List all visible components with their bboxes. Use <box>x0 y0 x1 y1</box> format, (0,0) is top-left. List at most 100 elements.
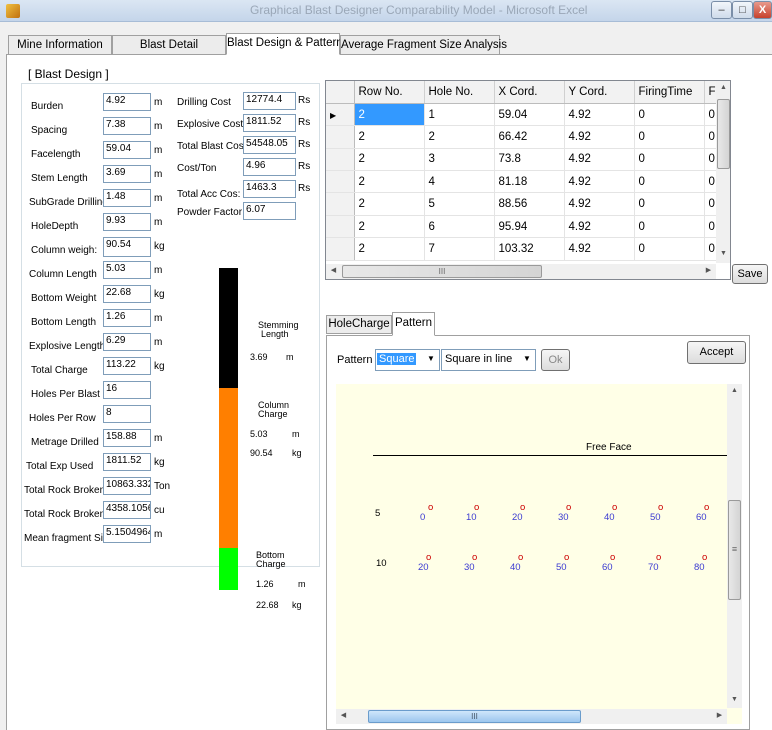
grid-cell[interactable]: 88.56 <box>494 192 565 216</box>
pattern-canvas[interactable]: Free Face 5 o 0 o 10 o 20 o 30 o 40 o 50 o 60 10 o 20 o 30 o… <box>336 384 742 724</box>
grid-cell[interactable]: 5 <box>424 192 495 216</box>
field-input[interactable]: 54548.05 <box>243 136 296 154</box>
grid-cell[interactable]: 4.92 <box>564 237 635 261</box>
chevron-down-icon[interactable]: ▼ <box>427 354 435 363</box>
grid-header-x-cord[interactable]: X Cord. <box>494 81 565 104</box>
grid-header-row-no[interactable]: Row No. <box>354 81 425 104</box>
row-header[interactable] <box>326 237 355 261</box>
tab-average-fragment-size[interactable]: Average Fragment Size Analysis <box>340 35 507 55</box>
pattern-vscroll-thumb[interactable]: ≡ <box>728 500 741 600</box>
maximize-button[interactable]: □ <box>732 1 753 19</box>
field-input[interactable]: 7.38 <box>103 117 151 135</box>
tab-pattern[interactable]: Pattern <box>392 312 435 336</box>
field-input[interactable]: 1811.52 <box>103 453 151 471</box>
field-input[interactable]: 12774.4 <box>243 92 296 110</box>
field-input[interactable]: 1463.3 <box>243 180 296 198</box>
grid-hscroll-thumb[interactable]: III <box>342 265 542 278</box>
table-row[interactable]: 2 2 66.42 4.92 0 0 <box>326 125 730 149</box>
pattern-scroll-left-icon[interactable]: ◀ <box>336 709 351 724</box>
field-input[interactable]: 6.07 <box>243 202 296 220</box>
row-header[interactable] <box>326 148 355 172</box>
field-input[interactable]: 59.04 <box>103 141 151 159</box>
grid-cell[interactable]: 4 <box>424 170 495 194</box>
field-input[interactable]: 10863.3323 <box>103 477 151 495</box>
field-input[interactable]: 1811.52 <box>243 114 296 132</box>
field-input[interactable]: 6.29 <box>103 333 151 351</box>
field-input[interactable]: 90.54 <box>103 237 151 257</box>
field-input[interactable]: 16 <box>103 381 151 399</box>
grid-cell[interactable]: 0 <box>634 192 705 216</box>
pattern-type-select[interactable]: Square in line ▼ <box>441 349 536 371</box>
grid-scroll-left-icon[interactable]: ◀ <box>326 264 341 279</box>
grid-vscrollbar[interactable]: ▲ ▼ <box>716 81 730 263</box>
field-input[interactable]: 4358.1056 <box>103 501 151 519</box>
table-row[interactable]: 2 5 88.56 4.92 0 0 <box>326 192 730 216</box>
grid-cell[interactable]: 4.92 <box>564 192 635 216</box>
grid-cell[interactable]: 4.92 <box>564 170 635 194</box>
table-row[interactable]: 2 3 73.8 4.92 0 0 <box>326 148 730 172</box>
close-button[interactable]: X <box>753 1 772 19</box>
field-input[interactable]: 4.96 <box>243 158 296 176</box>
grid-cell[interactable]: 4.92 <box>564 125 635 149</box>
grid-cell[interactable]: 59.04 <box>494 103 565 127</box>
field-input[interactable]: 158.88 <box>103 429 151 447</box>
grid-cell[interactable]: 81.18 <box>494 170 565 194</box>
grid-cell[interactable]: 66.42 <box>494 125 565 149</box>
minimize-button[interactable]: – <box>711 1 732 19</box>
grid-vscroll-thumb[interactable] <box>717 99 730 169</box>
save-button[interactable]: Save <box>732 264 768 284</box>
field-input[interactable]: 5.15049643 <box>103 525 151 543</box>
row-header[interactable] <box>326 170 355 194</box>
grid-scroll-right-icon[interactable]: ▶ <box>701 264 716 279</box>
grid-cell[interactable]: 2 <box>354 192 425 216</box>
grid-cell[interactable]: 0 <box>634 237 705 261</box>
grid-cell[interactable]: 0 <box>634 103 705 127</box>
grid-cell[interactable]: 2 <box>424 125 495 149</box>
grid-cell[interactable]: 2 <box>354 103 425 127</box>
pattern-scroll-down-icon[interactable]: ▼ <box>727 693 742 708</box>
field-input[interactable]: 1.26 <box>103 309 151 327</box>
grid-cell[interactable]: 2 <box>354 237 425 261</box>
grid-cell[interactable]: 2 <box>354 125 425 149</box>
holes-grid[interactable]: Row No. Hole No. X Cord. Y Cord. FiringT… <box>325 80 731 280</box>
field-input[interactable]: 9.93 <box>103 213 151 231</box>
grid-cell[interactable]: 103.32 <box>494 237 565 261</box>
table-row[interactable]: 2 4 81.18 4.92 0 0 <box>326 170 730 194</box>
grid-cell[interactable]: 0 <box>634 148 705 172</box>
grid-corner[interactable] <box>326 81 355 104</box>
grid-cell[interactable]: 0 <box>634 125 705 149</box>
grid-cell[interactable]: 4.92 <box>564 215 635 239</box>
tab-hole-charge[interactable]: HoleCharge <box>326 315 392 334</box>
tab-blast-detail[interactable]: Blast Detail <box>112 35 226 55</box>
grid-cell[interactable]: 0 <box>634 215 705 239</box>
grid-cell[interactable]: 1 <box>424 103 495 127</box>
ok-button[interactable]: Ok <box>541 349 570 371</box>
grid-scroll-down-icon[interactable]: ▼ <box>716 247 730 262</box>
grid-header-firing-time[interactable]: FiringTime <box>634 81 705 104</box>
pattern-vscrollbar[interactable]: ▲ ≡ ▼ <box>727 384 742 708</box>
accept-button[interactable]: Accept <box>687 341 746 364</box>
row-header[interactable] <box>326 125 355 149</box>
tab-mine-information[interactable]: Mine Information <box>8 35 112 55</box>
grid-cell[interactable]: 3 <box>424 148 495 172</box>
table-row[interactable]: 2 7 103.32 4.92 0 0 <box>326 237 730 261</box>
table-row[interactable]: 2 6 95.94 4.92 0 0 <box>326 215 730 239</box>
grid-scroll-up-icon[interactable]: ▲ <box>716 81 730 96</box>
grid-cell[interactable]: 0 <box>634 170 705 194</box>
field-input[interactable]: 1.48 <box>103 189 151 207</box>
grid-header-hole-no[interactable]: Hole No. <box>424 81 495 104</box>
row-header[interactable]: ▶ <box>326 103 355 127</box>
pattern-hscroll-thumb[interactable]: III <box>368 710 581 723</box>
pattern-scroll-up-icon[interactable]: ▲ <box>727 384 742 399</box>
grid-cell[interactable]: 73.8 <box>494 148 565 172</box>
tab-blast-design-pattern[interactable]: Blast Design & Pattern <box>226 33 343 55</box>
grid-cell[interactable]: 2 <box>354 215 425 239</box>
row-header[interactable] <box>326 215 355 239</box>
blast-hole-icon[interactable]: o <box>428 502 433 513</box>
grid-cell[interactable]: 4.92 <box>564 148 635 172</box>
pattern-hscrollbar[interactable]: ◀ III ▶ <box>336 709 727 724</box>
table-row[interactable]: ▶ 2 1 59.04 4.92 0 0 <box>326 103 730 127</box>
field-input[interactable]: 113.22 <box>103 357 151 375</box>
field-input[interactable]: 5.03 <box>103 261 151 279</box>
grid-cell[interactable]: 6 <box>424 215 495 239</box>
